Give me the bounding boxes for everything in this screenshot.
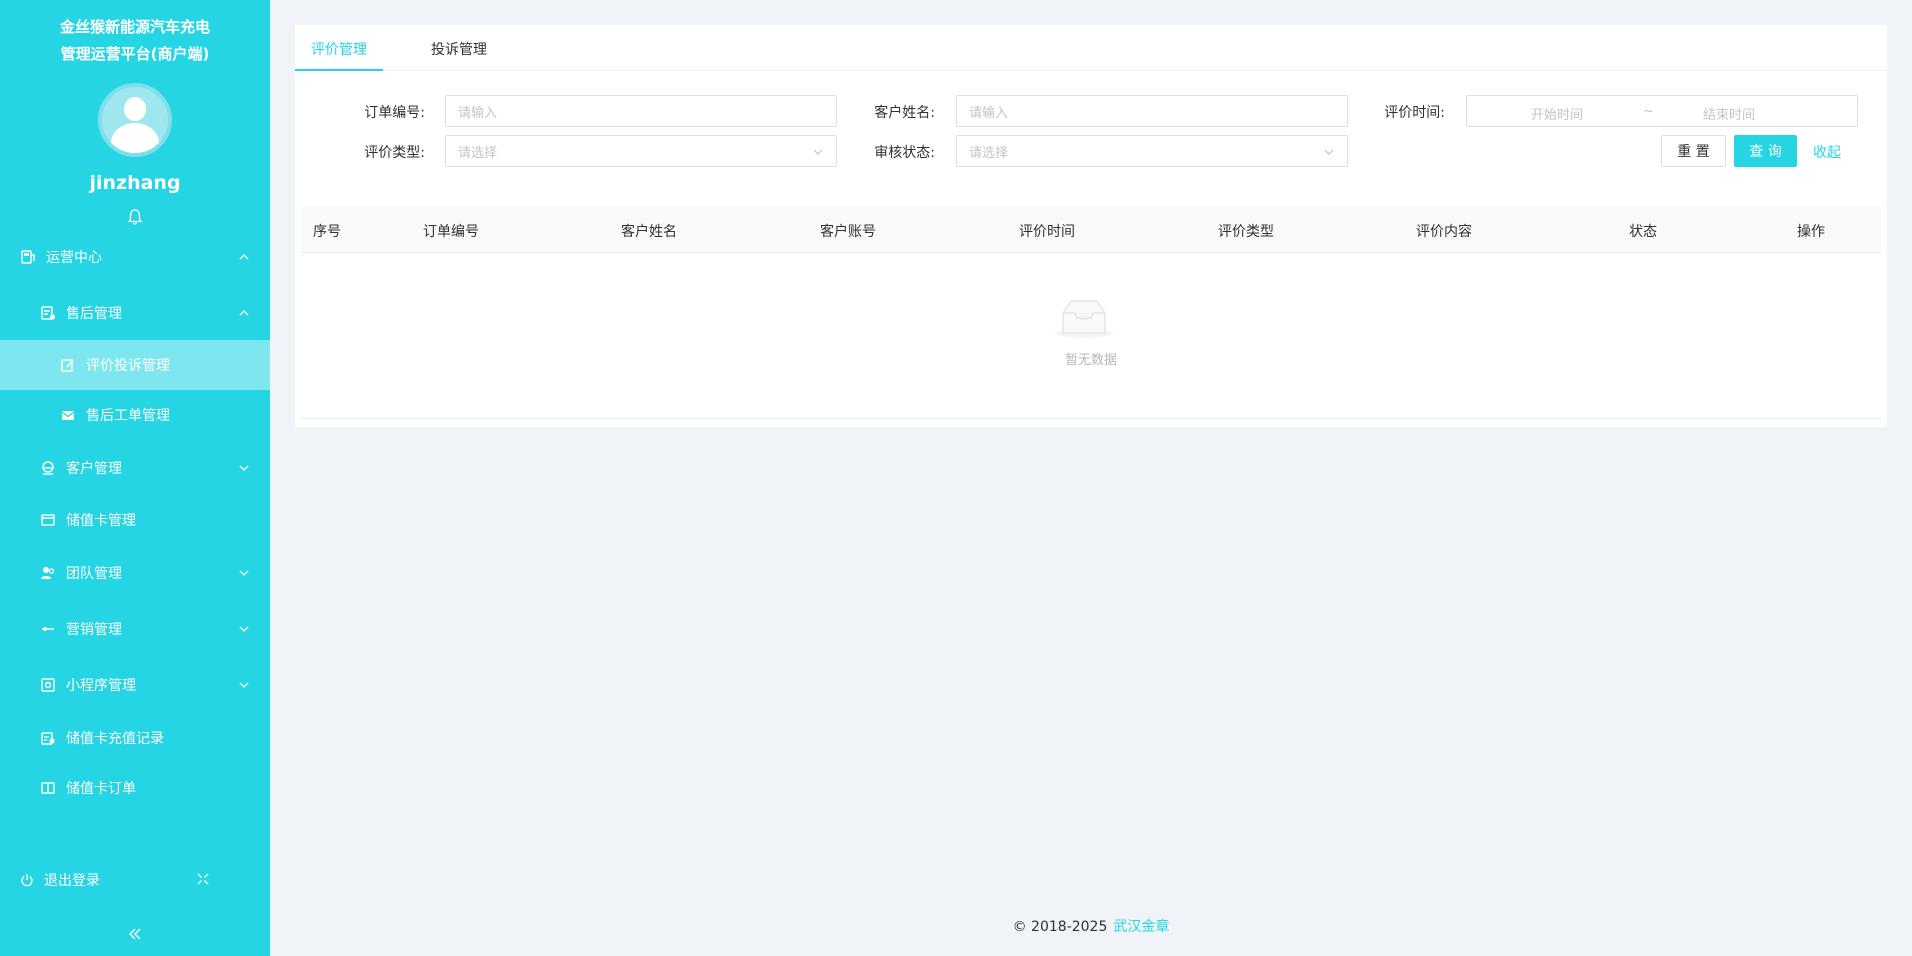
column-header-actions: 操作 <box>1797 224 1825 240</box>
tab-bar: 评价管理 投诉管理 <box>295 25 1887 71</box>
sidebar-item-review-complaint[interactable]: 评价投诉管理 <box>0 340 270 390</box>
customer-icon <box>42 461 54 475</box>
chevron-down-icon <box>239 570 249 576</box>
footer: © 2018-2025 武汉金章 <box>0 916 1912 936</box>
operation-center-icon <box>21 250 35 264</box>
marketing-icon <box>42 627 54 631</box>
recharge-record-icon <box>41 732 55 745</box>
customer-name-input[interactable]: 请输入 <box>956 95 1348 127</box>
column-header-review-time: 评价时间 <box>1019 224 1075 240</box>
after-sales-icon <box>41 306 55 320</box>
card-icon <box>41 514 55 526</box>
sidebar-item-mini-program[interactable]: 小程序管理 <box>0 660 270 710</box>
review-type-select[interactable]: 请选择 <box>445 135 837 167</box>
chevron-down-icon <box>239 626 249 632</box>
query-button[interactable]: 查 询 <box>1734 135 1797 167</box>
review-table: 序号 订单编号 客户姓名 客户账号 评价时间 评价类型 评价内容 状态 操作 暂… <box>301 207 1881 419</box>
sidebar-item-label: 储值卡充值记录 <box>66 731 164 747</box>
tab-complaint-management[interactable]: 投诉管理 <box>431 39 487 59</box>
review-time-label: 评价时间: <box>1384 105 1445 121</box>
start-time-placeholder[interactable]: 开始时间 <box>1531 104 1583 123</box>
column-header-order-no: 订单编号 <box>423 224 479 240</box>
logout-button[interactable]: 退出登录 <box>20 870 100 890</box>
table-header: 序号 订单编号 客户姓名 客户账号 评价时间 评价类型 评价内容 状态 操作 <box>301 207 1881 253</box>
copyright-text: © 2018-2025 <box>1012 919 1108 935</box>
bell-icon[interactable] <box>126 208 144 226</box>
audit-status-placeholder: 请选择 <box>969 145 1009 161</box>
avatar-head <box>124 97 146 121</box>
book-icon <box>41 782 55 794</box>
sidebar-item-card-orders[interactable]: 储值卡订单 <box>0 763 270 813</box>
column-header-index: 序号 <box>313 224 341 240</box>
main-card: 评价管理 投诉管理 订单编号: 请输入 客户姓名: 请输入 评价时间: 开始时间… <box>295 25 1887 427</box>
company-link[interactable]: 武汉金章 <box>1113 919 1169 935</box>
range-separator: ~ <box>1643 104 1654 119</box>
brand-title: 金丝猴新能源汽车充电 管理运营平台(商户端) <box>0 14 270 68</box>
end-time-placeholder[interactable]: 结束时间 <box>1703 104 1755 123</box>
column-header-review-type: 评价类型 <box>1218 224 1274 240</box>
sidebar-item-label: 储值卡管理 <box>66 513 136 529</box>
sidebar-item-after-sales-ticket[interactable]: 售后工单管理 <box>0 390 270 440</box>
sidebar-item-team[interactable]: 团队管理 <box>0 548 270 598</box>
review-time-range-picker[interactable]: 开始时间 ~ 结束时间 <box>1466 95 1858 127</box>
power-icon <box>21 874 33 887</box>
tab-active-indicator <box>295 69 383 71</box>
review-type-placeholder: 请选择 <box>458 145 498 161</box>
customer-name-label: 客户姓名: <box>874 105 935 121</box>
sidebar-item-label: 小程序管理 <box>66 678 136 694</box>
brand-line-2: 管理运营平台(商户端) <box>60 45 210 63</box>
order-no-input[interactable]: 请输入 <box>445 95 837 127</box>
chevron-down-icon <box>1324 149 1334 155</box>
audit-status-select[interactable]: 请选择 <box>956 135 1348 167</box>
mail-icon <box>61 411 75 420</box>
sidebar-item-stored-value-card[interactable]: 储值卡管理 <box>0 495 270 545</box>
sidebar-item-recharge-records[interactable]: 储值卡充值记录 <box>0 713 270 763</box>
tab-review-management[interactable]: 评价管理 <box>311 39 367 59</box>
sidebar-item-label: 储值卡订单 <box>66 781 136 797</box>
sidebar-item-customer[interactable]: 客户管理 <box>0 443 270 493</box>
reset-button[interactable]: 重 置 <box>1661 135 1726 167</box>
empty-state-text: 暂无数据 <box>1064 353 1117 368</box>
avatar-body <box>111 123 159 153</box>
sidebar: 金丝猴新能源汽车充电 管理运营平台(商户端) jinzhang 运营中心 售后管… <box>0 0 270 956</box>
review-type-label: 评价类型: <box>364 145 425 161</box>
column-header-customer-account: 客户账号 <box>820 224 876 240</box>
order-no-placeholder: 请输入 <box>458 105 498 121</box>
team-icon <box>41 567 55 579</box>
order-no-label: 订单编号: <box>364 105 425 121</box>
sidebar-item-marketing[interactable]: 营销管理 <box>0 604 270 654</box>
chevron-down-icon <box>813 149 823 155</box>
username: jinzhang <box>89 172 181 194</box>
sidebar-item-label: 运营中心 <box>46 250 102 266</box>
brand-line-1: 金丝猴新能源汽车充电 <box>59 18 210 36</box>
chevron-up-icon <box>239 254 249 260</box>
sidebar-item-label: 团队管理 <box>66 566 122 582</box>
sidebar-item-label: 售后管理 <box>66 306 122 322</box>
customer-name-placeholder: 请输入 <box>969 105 1009 121</box>
column-header-customer-name: 客户姓名 <box>621 224 677 240</box>
logout-label: 退出登录 <box>44 873 100 889</box>
collapse-link[interactable]: 收起 <box>1813 142 1841 162</box>
sidebar-item-label: 售后工单管理 <box>86 408 170 424</box>
column-header-status: 状态 <box>1629 224 1657 240</box>
audit-status-label: 审核状态: <box>874 145 935 161</box>
sidebar-item-operation-center[interactable]: 运营中心 <box>0 232 270 282</box>
mini-program-icon <box>41 678 55 692</box>
chevron-down-icon <box>239 465 249 471</box>
empty-inbox-icon <box>1055 300 1113 338</box>
sidebar-item-label: 客户管理 <box>66 461 122 477</box>
sidebar-item-label: 营销管理 <box>66 622 122 638</box>
avatar[interactable] <box>98 83 172 157</box>
sidebar-item-after-sales[interactable]: 售后管理 <box>0 288 270 338</box>
fullscreen-icon[interactable] <box>196 872 210 886</box>
chevron-down-icon <box>239 682 249 688</box>
chevron-up-icon <box>239 310 249 316</box>
sidebar-item-label: 评价投诉管理 <box>86 358 170 374</box>
edit-icon <box>61 359 74 372</box>
column-header-review-content: 评价内容 <box>1416 224 1472 240</box>
